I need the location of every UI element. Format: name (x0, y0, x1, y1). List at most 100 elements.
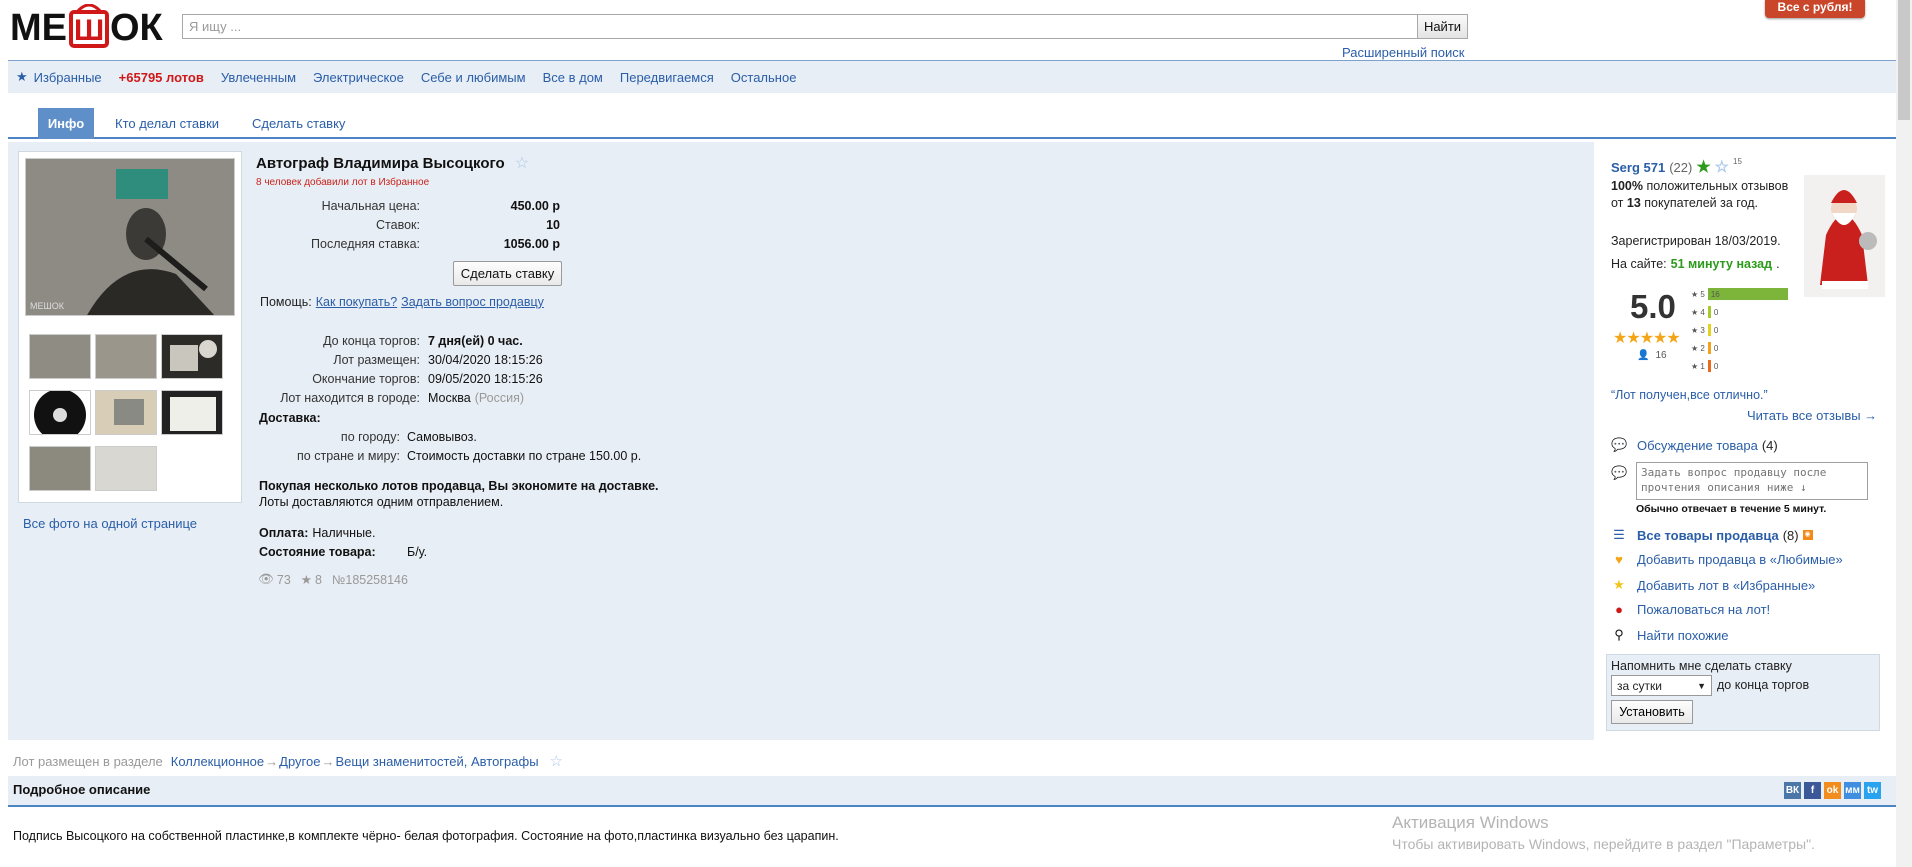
city-label: Лот находится в городе: (280, 391, 420, 405)
nav-favorites[interactable]: ★ Избранные (16, 69, 102, 85)
ask-seller-link[interactable]: Задать вопрос продавцу (401, 295, 544, 309)
nav-other[interactable]: Остальное (731, 70, 797, 85)
complain-link[interactable]: Пожаловаться на лот! (1637, 602, 1770, 617)
breadcrumb-celebrity[interactable]: Вещи знаменитостей, Автографы (335, 754, 538, 769)
promo-badge[interactable]: Все с рубля! (1765, 0, 1865, 18)
scrollbar-thumb[interactable] (1898, 0, 1910, 120)
rating-bar-fill (1707, 324, 1711, 336)
reminder-set-button[interactable]: Установить (1611, 700, 1693, 724)
twitter-share-icon[interactable]: tw (1864, 782, 1881, 799)
comments-icon: 💬 (1611, 437, 1628, 452)
nav-hobby[interactable]: Увлеченным (221, 70, 296, 85)
rating-votes: 👤 16 (1637, 350, 1667, 361)
rating-bar-fill (1707, 342, 1711, 354)
rating-bar-fill (1707, 360, 1711, 372)
reminder-period-select[interactable]: за сутки ▼ (1611, 675, 1712, 696)
bids-label: Ставок: (376, 218, 420, 232)
registered-date: Зарегистрирован 18/03/2019. (1611, 234, 1781, 248)
tab-make-bid[interactable]: Сделать ставку (252, 108, 345, 139)
svg-text:Ш: Ш (74, 14, 104, 47)
breadcrumb-collectibles[interactable]: Коллекционное (171, 754, 264, 769)
photo-thumb-6[interactable] (161, 390, 223, 435)
lot-main-panel (8, 142, 1594, 740)
rating-stars-icon: ★★★★★ (1613, 330, 1681, 347)
photo-thumb-4[interactable] (29, 390, 91, 435)
nav-self[interactable]: Себе и любимым (421, 70, 526, 85)
stars-count: 8 (315, 572, 322, 587)
delivery-city-value: Самовывоз. (407, 430, 477, 444)
facebook-share-icon[interactable]: f (1804, 782, 1821, 799)
read-all-reviews-link[interactable]: Читать все отзывы → (1747, 408, 1877, 423)
vk-share-icon[interactable]: ВК (1784, 782, 1801, 799)
delivery-world-value: Стоимость доставки по стране 150.00 р. (407, 449, 642, 463)
advanced-search-link[interactable]: Расширенный поиск (1342, 45, 1464, 60)
rating-bar-star-label: ★ 1 (1691, 361, 1705, 371)
photo-thumb-5[interactable] (95, 390, 157, 435)
nav-lots-count[interactable]: +65795 лотов (119, 70, 204, 85)
reminder-suffix: до конца торгов (1717, 678, 1810, 692)
seller-name-row: Serg 571 (22) ★ ☆ 15 (1611, 157, 1742, 177)
nav-home[interactable]: Все в дом (543, 70, 603, 85)
payment-row: Оплата: Наличные. (259, 526, 376, 540)
rss-icon[interactable]: ◉ (1802, 530, 1813, 540)
ok-share-icon[interactable]: ok (1824, 782, 1841, 799)
subscribe-star-icon[interactable]: ☆ (550, 752, 563, 770)
breadcrumb-other[interactable]: Другое (279, 754, 320, 769)
photo-thumb-3[interactable] (161, 334, 223, 379)
rating-bar-row: ★ 4 0 (1691, 306, 1718, 318)
mailru-share-icon[interactable]: мм (1844, 782, 1861, 799)
end-value: 09/05/2020 18:15:26 (428, 372, 543, 386)
last-bid-label: Последняя ставка: (311, 237, 420, 251)
add-seller-fav-row: ♥ Добавить продавца в «Любимые» (1611, 552, 1843, 567)
tab-bidders[interactable]: Кто делал ставки (115, 108, 219, 139)
rating-bar-row: ★ 5 16 (1691, 288, 1788, 300)
review-quote: “Лот получен,все отлично.” (1611, 388, 1768, 402)
lot-tabs: Инфо Кто делал ставки Сделать ставку (8, 108, 1896, 139)
rating-bar-star-label: ★ 2 (1691, 343, 1705, 353)
all-goods-link[interactable]: Все товары продавца (1637, 528, 1779, 543)
seller-star-level: 15 (1733, 157, 1742, 166)
heart-icon: ♥ (1615, 552, 1623, 567)
user-icon: 👤 (1637, 350, 1650, 361)
views-count: 73 (276, 572, 291, 587)
make-bid-button[interactable]: Сделать ставку (453, 261, 562, 286)
ends-in-value: 7 дня(ей) 0 час. (428, 334, 523, 348)
seller-name-link[interactable]: Serg 571 (1611, 160, 1665, 175)
rating-bar-star-label: ★ 3 (1691, 325, 1705, 335)
search-input[interactable] (182, 14, 1418, 39)
add-seller-fav-link[interactable]: Добавить продавца в «Любимые» (1637, 552, 1843, 567)
photo-thumb-8[interactable] (95, 446, 157, 491)
question-bubble-icon: 💬 (1611, 465, 1628, 480)
placed-label: Лот размещен: (333, 353, 420, 367)
discussion-link[interactable]: Обсуждение товара (1637, 438, 1758, 453)
site-logo[interactable]: МЕ Ш ОК (10, 3, 172, 52)
favorites-note: 8 человек добавили лот в Избранное (256, 177, 430, 188)
delivery-label: Доставка: (259, 411, 321, 425)
rating-bar-star-label: ★ 4 (1691, 307, 1705, 317)
all-photos-link[interactable]: Все фото на одной странице (23, 516, 197, 531)
photo-thumb-2[interactable] (95, 334, 157, 379)
end-label: Окончание торгов: (312, 372, 420, 386)
add-lot-fav-link[interactable]: Добавить лот в «Избранные» (1637, 578, 1815, 593)
search-button[interactable]: Найти (1417, 14, 1468, 39)
scrollbar[interactable] (1896, 0, 1912, 867)
search-icon: ⚲ (1614, 627, 1624, 642)
how-to-buy-link[interactable]: Как покупать? (316, 295, 397, 309)
ends-in-label: До конца торгов: (323, 334, 420, 348)
photo-thumb-7[interactable] (29, 446, 91, 491)
add-favorite-star-icon[interactable]: ☆ (515, 153, 529, 173)
photo-thumb-1[interactable] (29, 334, 91, 379)
seller-reviews-count: (22) (1669, 159, 1693, 175)
windows-activation-title: Активация Windows (1392, 813, 1549, 832)
find-similar-link[interactable]: Найти похожие (1637, 628, 1728, 643)
question-input[interactable] (1636, 462, 1868, 500)
nav-transport[interactable]: Передвигаемся (620, 70, 714, 85)
main-photo[interactable]: МЕШОК (25, 158, 235, 316)
rating-bar-fill (1707, 306, 1711, 318)
nav-electric[interactable]: Электрическое (313, 70, 404, 85)
delivery-city-label: по городу: (340, 430, 400, 444)
alert-icon: ● (1615, 602, 1623, 617)
discussion-row: 💬 Обсуждение товара (4) (1611, 437, 1778, 453)
tab-info[interactable]: Инфо (38, 108, 94, 139)
seller-avatar[interactable] (1804, 175, 1885, 297)
